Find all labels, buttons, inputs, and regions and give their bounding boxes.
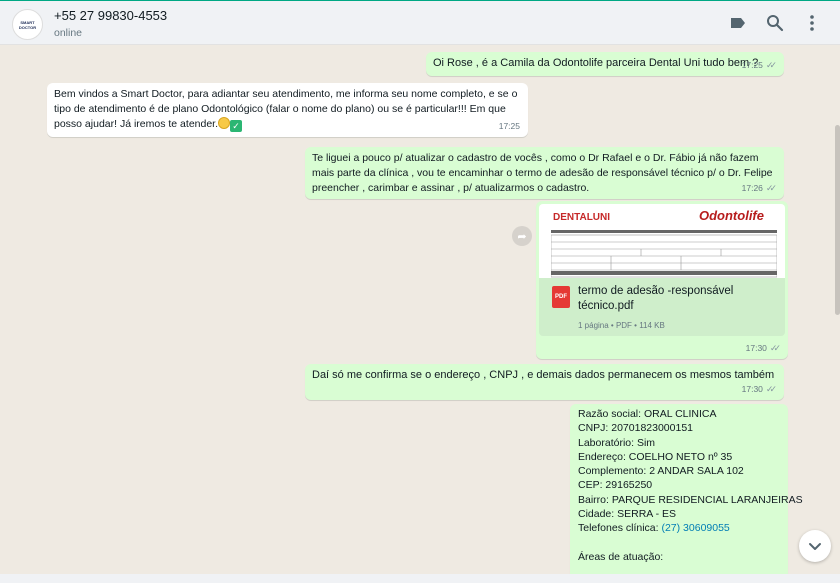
clinic-address: Endereço: COELHO NETO nº 35 [578,450,733,463]
message-text: Oi Rose , é a Camila da Odontolife parce… [433,57,759,69]
message-meta: 17:26 ✓✓ [741,181,777,196]
message-text: Daí só me confirma se o endereço , CNPJ … [312,369,775,381]
clinic-complement: Complemento: 2 ANDAR SALA 102 [578,465,744,478]
phone-link[interactable]: (27) 30609055 [661,522,729,534]
document-meta: 1 página • PDF • 114 KB [578,321,665,330]
message-outgoing[interactable]: Daí só me confirma se o endereço , CNPJ … [305,364,784,400]
message-time: 17:30 [741,384,763,394]
message-outgoing[interactable]: Oi Rose , é a Camila da Odontolife parce… [426,52,784,76]
label-icon[interactable] [728,13,748,33]
message-time: 17:25 [741,60,763,70]
message-time: 17:26 [741,183,763,193]
double-check-icon: ✓✓ [765,384,777,394]
search-icon[interactable] [765,13,785,33]
forward-icon[interactable]: ➦ [512,226,532,246]
message-meta: 17:30 ✓✓ [745,341,781,356]
check-mark-icon: ✓ [230,120,243,132]
contact-avatar[interactable]: SMART DOCTOR [12,9,43,40]
pdf-file-icon: PDF [552,286,570,308]
message-outgoing[interactable]: Te liguei a pouco p/ atualizar o cadastr… [305,147,784,199]
clinic-cep: CEP: 29165250 [578,479,653,492]
message-time: 17:25 [498,121,520,131]
message-meta: 17:30 ✓✓ [741,382,777,397]
message-incoming[interactable]: Bem vindos a Smart Doctor, para adiantar… [47,83,528,137]
form-preview-icon [551,230,777,278]
document-preview[interactable]: DENTALUNI Odontolife [539,204,785,278]
clinic-cnpj: CNPJ: 20701823000151 [578,422,694,435]
message-time: 17:30 [745,343,767,353]
clinic-data-text: Razão social: ORAL CLINICA CNPJ: 2070182… [578,407,803,564]
clinic-laboratory: Laboratório: Sim [578,436,656,449]
dentaluni-logo: DENTALUNI [553,212,611,223]
scroll-down-button[interactable] [799,530,831,562]
clinic-phone: Telefones clínica: (27) 30609055 [578,522,730,535]
document-file-name: termo de adesão -responsável técnico.pdf [578,285,734,312]
chevron-down-icon [809,543,821,550]
menu-icon[interactable] [802,13,822,33]
odontolife-logo: Odontolife [699,208,764,223]
message-text: Te liguei a pouco p/ atualizar o cadastr… [312,152,773,194]
message-outgoing[interactable]: Razão social: ORAL CLINICA CNPJ: 2070182… [570,404,803,579]
document-footer[interactable]: PDF termo de adesão -responsável técnico… [539,278,785,336]
message-document[interactable]: DENTALUNI Odontolife PDF termo de adesão… [536,201,788,359]
double-check-icon: ✓✓ [765,60,777,70]
contact-status: online [54,27,83,39]
avatar-logo-text: SMART DOCTOR [18,19,37,30]
message-meta: 17:25 ✓✓ [741,58,777,73]
message-meta: 17:25 [499,119,520,134]
clinic-city: Cidade: SERRA - ES [578,508,677,521]
double-check-icon: ✓✓ [769,343,781,353]
grimacing-face-icon [218,117,231,129]
contact-name[interactable]: +55 27 99830-4553 [54,8,167,23]
message-text: Bem vindos a Smart Doctor, para adiantar… [54,88,518,132]
clinic-neighborhood: Bairro: PARQUE RESIDENCIAL LARANJEIRAS [578,493,803,506]
composer-bar [0,574,840,583]
chat-scrollbar[interactable] [835,125,840,315]
chat-header: SMART DOCTOR +55 27 99830-4553 online [0,0,840,45]
clinic-company-name: Razão social: ORAL CLINICA [578,408,717,420]
double-check-icon: ✓✓ [765,183,777,193]
clinic-areas-label: Áreas de atuação: [578,550,664,563]
